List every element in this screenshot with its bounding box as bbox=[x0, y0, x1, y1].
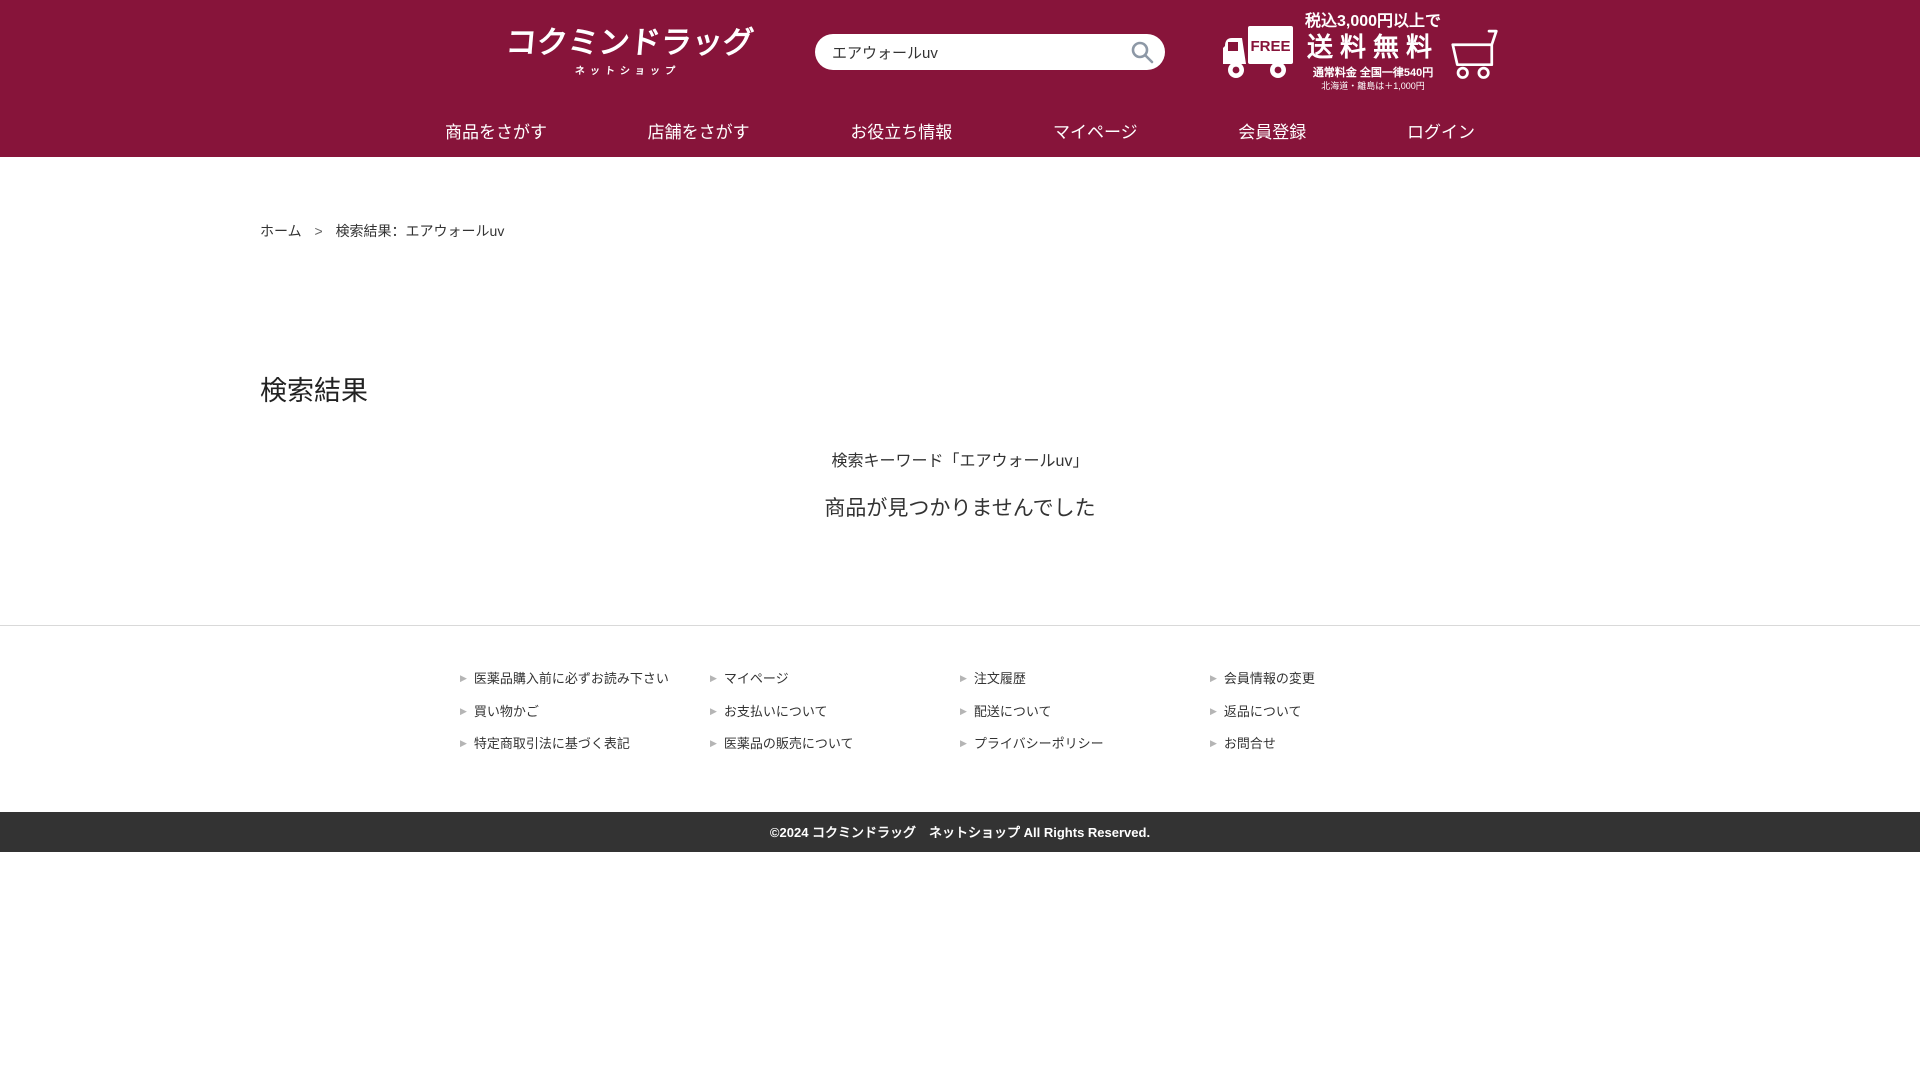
footer-link-label: 配送について bbox=[974, 704, 1052, 720]
header-top: コクミンドラッグ ネットショップ FREE bbox=[460, 0, 1460, 104]
cart-button[interactable] bbox=[1441, 23, 1499, 81]
footer-link-drug-notice[interactable]: ▶ 医薬品購入前に必ずお読み下さい bbox=[460, 671, 710, 687]
logo-subtitle: ネットショップ bbox=[503, 62, 752, 77]
nav-item-info[interactable]: お役立ち情報 bbox=[850, 118, 952, 143]
nav-item-mypage[interactable]: マイページ bbox=[1053, 118, 1138, 143]
shipping-text: 税込3,000円以上で 送料無料 通常料金 全国一律540円 北海道・離島は＋1… bbox=[1305, 13, 1441, 91]
arrow-right-icon: ▶ bbox=[710, 707, 717, 716]
footer-column-3: ▶ 注文履歴 ▶ 配送について ▶ プライバシーポリシー bbox=[960, 671, 1210, 752]
footer-column-1: ▶ 医薬品購入前に必ずお読み下さい ▶ 買い物かご ▶ 特定商取引法に基づく表記 bbox=[460, 671, 710, 752]
arrow-right-icon: ▶ bbox=[1210, 674, 1217, 683]
cart-icon bbox=[1441, 69, 1499, 84]
footer-link-cart[interactable]: ▶ 買い物かご bbox=[460, 704, 710, 720]
footer-link-label: 買い物かご bbox=[474, 704, 539, 720]
footer-links: ▶ 医薬品購入前に必ずお読み下さい ▶ 買い物かご ▶ 特定商取引法に基づく表記… bbox=[0, 625, 1920, 812]
footer-link-delivery[interactable]: ▶ 配送について bbox=[960, 704, 1210, 720]
footer-link-label: 特定商取引法に基づく表記 bbox=[474, 736, 630, 752]
free-badge-text: FREE bbox=[1250, 38, 1290, 55]
search-results: 検索結果 検索キーワード「エアウォールuv」 商品が見つかりませんでした bbox=[260, 241, 1660, 522]
site-header: コクミンドラッグ ネットショップ FREE bbox=[0, 0, 1920, 157]
footer-link-privacy-policy[interactable]: ▶ プライバシーポリシー bbox=[960, 736, 1210, 752]
footer-link-commercial-law[interactable]: ▶ 特定商取引法に基づく表記 bbox=[460, 736, 710, 752]
arrow-right-icon: ▶ bbox=[960, 674, 967, 683]
nav-item-login[interactable]: ログイン bbox=[1407, 118, 1475, 143]
arrow-right-icon: ▶ bbox=[960, 739, 967, 748]
breadcrumb-separator: > bbox=[314, 223, 322, 239]
footer-columns: ▶ 医薬品購入前に必ずお読み下さい ▶ 買い物かご ▶ 特定商取引法に基づく表記… bbox=[460, 671, 1460, 752]
shipping-line4: 北海道・離島は＋1,000円 bbox=[1305, 81, 1441, 91]
shipping-line1: 税込3,000円以上で bbox=[1305, 13, 1441, 31]
arrow-right-icon: ▶ bbox=[460, 674, 467, 683]
breadcrumb: ホーム > 検索結果：エアウォールuv bbox=[260, 157, 1660, 241]
arrow-right-icon: ▶ bbox=[1210, 739, 1217, 748]
footer-link-returns[interactable]: ▶ 返品について bbox=[1210, 704, 1460, 720]
site-logo[interactable]: コクミンドラッグ ネットショップ bbox=[503, 27, 755, 77]
nav-item-register[interactable]: 会員登録 bbox=[1238, 118, 1306, 143]
arrow-right-icon: ▶ bbox=[710, 739, 717, 748]
arrow-right-icon: ▶ bbox=[710, 674, 717, 683]
footer-link-member-info[interactable]: ▶ 会員情報の変更 bbox=[1210, 671, 1460, 687]
search-input[interactable] bbox=[815, 34, 1165, 70]
search-keyword-text: 検索キーワード「エアウォールuv」 bbox=[260, 408, 1660, 471]
nav-item-stores[interactable]: 店舗をさがす bbox=[648, 118, 750, 143]
search-icon bbox=[1129, 53, 1155, 68]
search-button[interactable] bbox=[1129, 39, 1155, 65]
arrow-right-icon: ▶ bbox=[960, 707, 967, 716]
search-bar bbox=[815, 34, 1165, 70]
free-shipping-truck-icon: FREE bbox=[1221, 24, 1295, 80]
footer-link-drug-sales[interactable]: ▶ 医薬品の販売について bbox=[710, 736, 960, 752]
footer-link-label: 返品について bbox=[1224, 704, 1302, 720]
footer-link-label: 注文履歴 bbox=[974, 671, 1026, 687]
footer-link-payment[interactable]: ▶ お支払いについて bbox=[710, 704, 960, 720]
free-shipping-banner: FREE 税込3,000円以上で 送料無料 通常料金 全国一律540円 北海道・… bbox=[1221, 13, 1441, 91]
footer-link-label: 医薬品の販売について bbox=[724, 736, 854, 752]
copyright-bar: ©2024 コクミンドラッグ ネットショップ All Rights Reserv… bbox=[0, 812, 1920, 852]
page-title: 検索結果 bbox=[260, 369, 1660, 408]
footer-link-label: お支払いについて bbox=[724, 704, 828, 720]
footer-link-label: お問合せ bbox=[1224, 736, 1276, 752]
footer-link-label: マイページ bbox=[724, 671, 789, 687]
footer-column-2: ▶ マイページ ▶ お支払いについて ▶ 医薬品の販売について bbox=[710, 671, 960, 752]
arrow-right-icon: ▶ bbox=[1210, 707, 1217, 716]
footer-link-label: プライバシーポリシー bbox=[974, 736, 1104, 752]
footer-link-label: 会員情報の変更 bbox=[1224, 671, 1315, 687]
nav-item-products[interactable]: 商品をさがす bbox=[445, 118, 547, 143]
footer-column-4: ▶ 会員情報の変更 ▶ 返品について ▶ お問合せ bbox=[1210, 671, 1460, 752]
footer-link-order-history[interactable]: ▶ 注文履歴 bbox=[960, 671, 1210, 687]
logo-title: コクミンドラッグ bbox=[504, 27, 755, 58]
no-results-message: 商品が見つかりませんでした bbox=[260, 471, 1660, 522]
main-nav: 商品をさがす 店舗をさがす お役立ち情報 マイページ 会員登録 ログイン bbox=[445, 104, 1475, 157]
shipping-line3: 通常料金 全国一律540円 bbox=[1305, 67, 1441, 80]
breadcrumb-home[interactable]: ホーム bbox=[260, 223, 302, 239]
footer-link-label: 医薬品購入前に必ずお読み下さい bbox=[474, 671, 669, 687]
shipping-line2: 送料無料 bbox=[1305, 33, 1441, 63]
breadcrumb-current: 検索結果：エアウォールuv bbox=[336, 223, 505, 239]
copyright-text: ©2024 コクミンドラッグ ネットショップ All Rights Reserv… bbox=[770, 822, 1150, 841]
arrow-right-icon: ▶ bbox=[460, 739, 467, 748]
footer-link-mypage[interactable]: ▶ マイページ bbox=[710, 671, 960, 687]
footer-link-contact[interactable]: ▶ お問合せ bbox=[1210, 736, 1460, 752]
arrow-right-icon: ▶ bbox=[460, 707, 467, 716]
